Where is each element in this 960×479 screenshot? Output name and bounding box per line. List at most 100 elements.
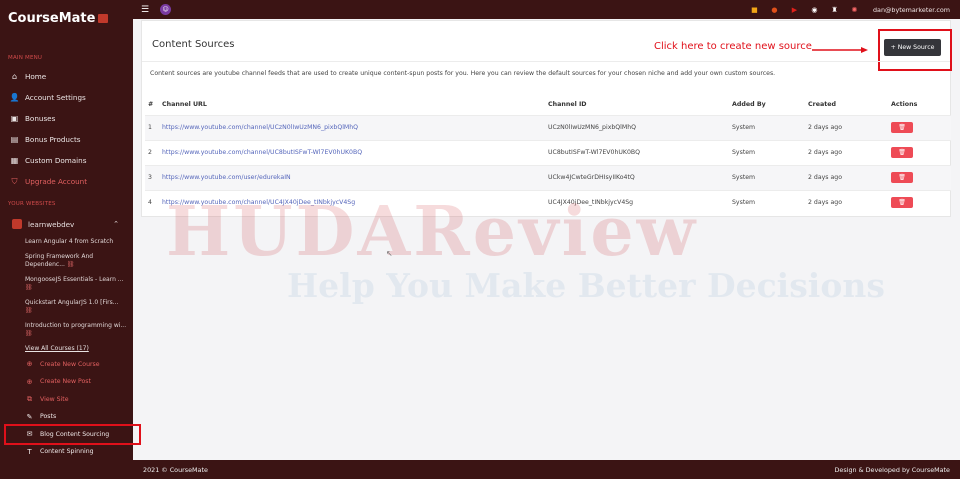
delete-button[interactable]: 🗑: [891, 172, 913, 183]
page-title: Content Sources: [152, 39, 235, 50]
created: 2 days ago: [808, 114, 891, 140]
sidebar-item-label: Bonus Products: [25, 135, 81, 144]
text-icon: T: [27, 447, 32, 456]
site-actions: ⊕ Create New Course ⊕ Create New Post ⧉ Vie…: [0, 356, 141, 461]
site-avatar: [12, 219, 22, 229]
sidebar-item-home[interactable]: ⌂ Home: [0, 66, 133, 87]
actions-cell: 🗑: [891, 114, 951, 140]
delete-button[interactable]: 🗑: [891, 147, 913, 158]
course-item[interactable]: Quickstart AngularJS 1.0 [Firs... ⛓: [25, 299, 127, 316]
user-email-menu[interactable]: dan@bytemarketer.com: [873, 6, 950, 14]
trash-icon: 🗑: [898, 174, 906, 181]
site-selector[interactable]: learnwebdev ⌃: [0, 213, 133, 235]
sidebar-item-bonuses[interactable]: ▣ Bonuses: [0, 108, 133, 129]
trash-icon: 🗑: [898, 199, 906, 207]
row-number: 3: [145, 164, 162, 190]
new-source-button[interactable]: + New Source: [884, 39, 941, 56]
course-item[interactable]: Introduction to programming wi... ⛓: [25, 322, 127, 339]
award-icon[interactable]: ♜: [829, 4, 840, 15]
channel-url-link[interactable]: https://www.youtube.com/user/edurekaIN: [162, 164, 548, 190]
course-item[interactable]: Learn Angular 4 from Scratch: [25, 238, 127, 247]
footer-copyright: 2021 © CourseMate: [143, 465, 208, 474]
col-actions: Actions: [891, 100, 918, 108]
shield-icon: ⛉: [11, 176, 18, 186]
created: 2 days ago: [808, 189, 891, 215]
created: 2 days ago: [808, 164, 891, 190]
blog-content-sourcing-link[interactable]: ✉ Blog Content Sourcing: [4, 423, 141, 445]
home-icon: ⌂: [11, 72, 18, 81]
col-channel-id: Channel ID: [548, 100, 587, 108]
sidebar-item-label: Custom Domains: [25, 156, 87, 165]
course-item[interactable]: MongooseJS Essentials - Learn ... ⛓: [25, 276, 127, 293]
col-added-by: Added By: [732, 100, 766, 108]
row-number: 2: [145, 139, 162, 165]
sidebar-item-custom-domains[interactable]: ▦ Custom Domains: [0, 150, 133, 171]
channel-url-link[interactable]: https://www.youtube.com/channel/UCzN0lIw…: [162, 114, 548, 140]
brand-logo[interactable]: CourseMate: [0, 0, 133, 36]
user-avatar[interactable]: ☺: [160, 4, 172, 15]
sidebar-item-label: Home: [25, 72, 47, 81]
top-icons: ■ ● ▶ ◉ ♜ ✺ dan@bytemarketer.com: [740, 4, 960, 15]
create-new-course-link[interactable]: ⊕ Create New Course: [0, 356, 133, 374]
table-row: 2 https://www.youtube.com/channel/UC8but…: [145, 139, 951, 165]
content-sources-card: Content Sources Click here to create new…: [141, 20, 952, 217]
col-number: #: [148, 100, 154, 108]
create-new-post-link[interactable]: ⊕ Create New Post: [0, 373, 133, 391]
trash-icon: 🗑: [898, 124, 906, 131]
channel-id: UCkw4JCwteGrDHIsyIIKo4tQ: [548, 164, 732, 190]
trash-icon: 🗑: [898, 149, 906, 156]
col-channel-url: Channel URL: [162, 100, 207, 108]
support-icon[interactable]: ◉: [809, 4, 820, 15]
sidebar-item-account-settings[interactable]: 👤 Account Settings: [0, 87, 133, 108]
settings-icon[interactable]: ✺: [849, 4, 860, 15]
envelope-icon: ✉: [26, 430, 33, 439]
sidebar-item-label: Account Settings: [25, 93, 86, 102]
table-row: 3 https://www.youtube.com/user/edurekaIN…: [145, 164, 951, 190]
content-spinning-link[interactable]: T Content Spinning: [0, 443, 133, 461]
footer: 2021 © CourseMate Design & Developed by …: [133, 460, 960, 479]
created: 2 days ago: [808, 139, 891, 165]
external-link-icon: ⧉: [27, 394, 32, 403]
row-number: 4: [145, 189, 162, 215]
added-by: System: [732, 114, 808, 140]
watermark-title: HUDAReview: [166, 192, 699, 272]
view-site-link[interactable]: ⧉ View Site: [0, 391, 133, 409]
gift-icon[interactable]: ■: [749, 4, 760, 15]
your-websites-label: YOUR WEBSITES: [8, 201, 56, 207]
chevron-up-icon: ⌃: [113, 220, 119, 228]
main-nav: ⌂ Home 👤 Account Settings ▣ Bonuses ▤ Bonus …: [0, 66, 133, 192]
course-item[interactable]: Spring Framework And Dependenc... ⛓: [25, 253, 127, 270]
channel-id: UCzN0lIwUzMN6_pixbQlMhQ: [548, 114, 732, 140]
sidebar: CourseMate MAIN MENU ⌂ Home 👤 Account Sett…: [0, 0, 141, 479]
sidebar-item-upgrade-account[interactable]: ⛉ Upgrade Account: [0, 171, 133, 192]
video-icon[interactable]: ▶: [789, 4, 800, 15]
divider: [142, 61, 950, 62]
table-row: 1 https://www.youtube.com/channel/UCzN0l…: [145, 114, 951, 140]
view-all-courses-link[interactable]: View All Courses (17): [0, 345, 133, 352]
delete-button[interactable]: 🗑: [891, 197, 913, 209]
sidebar-item-bonus-products[interactable]: ▤ Bonus Products: [0, 129, 133, 150]
added-by: System: [732, 189, 808, 215]
delete-button[interactable]: 🗑: [891, 122, 913, 133]
menu-icon[interactable]: ☰: [141, 5, 149, 15]
added-by: System: [732, 164, 808, 190]
person-icon[interactable]: ●: [769, 4, 780, 15]
link-icon: ⛓: [25, 307, 33, 314]
plus-circle-icon: ⊕: [26, 360, 33, 369]
actions-cell: 🗑: [891, 164, 951, 190]
site-name: learnwebdev: [28, 219, 75, 229]
briefcase-icon: ▣: [10, 114, 19, 123]
added-by: System: [732, 139, 808, 165]
posts-link[interactable]: ✎ Posts: [0, 408, 133, 426]
box-icon: ▤: [10, 135, 19, 144]
edit-icon: ✎: [26, 412, 33, 421]
user-icon: 👤: [9, 93, 20, 102]
mouse-cursor-icon: ↖: [386, 249, 393, 258]
watermark-tagline: Help You Make Better Decisions: [287, 266, 885, 305]
table-header-row: # Channel URL Channel ID Added By Create…: [145, 94, 951, 115]
link-icon: ⛓: [25, 330, 33, 337]
channel-url-link[interactable]: https://www.youtube.com/channel/UC8butIS…: [162, 139, 548, 165]
main-menu-label: MAIN MENU: [8, 55, 43, 61]
col-created: Created: [808, 100, 837, 108]
page-description: Content sources are youtube channel feed…: [150, 70, 776, 77]
